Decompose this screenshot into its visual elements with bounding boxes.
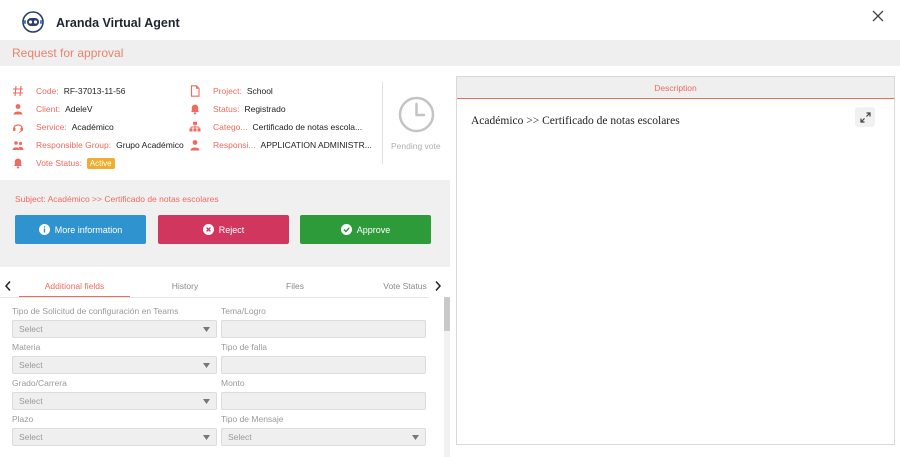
field-project: Project: School [189,84,273,98]
field-label: Grado/Carrera [12,378,67,388]
tab-files[interactable]: Files [255,281,335,291]
subject-label: Subject: [15,194,46,204]
field-vote-status: Vote Status: Active [12,156,115,170]
aranda-logo-icon [22,11,44,33]
monto-input[interactable] [221,392,426,410]
field-responsible: Responsi... APPLICATION ADMINISTR... [189,138,372,152]
tab-vote-status[interactable]: Vote Status [375,281,435,291]
status-badge: Active [86,157,115,169]
app-title: Aranda Virtual Agent [56,16,180,30]
caret-down-icon [203,327,210,332]
tipo-de-falla-input[interactable] [221,356,426,374]
tab-history[interactable]: History [140,281,230,291]
field-service: Service: Académico [12,120,114,134]
close-icon[interactable] [870,8,886,24]
field-client: Client: AdeleV [12,102,93,116]
user-icon [189,139,201,151]
field-label: Tipo de falla [221,342,267,352]
divider [382,82,383,164]
approve-label: Approve [356,224,391,235]
info-icon [38,224,50,235]
field-label: Tema/Logro [221,306,266,316]
description-body: Académico >> Certificado de notas escola… [471,115,680,127]
select-plazo[interactable]: Select [12,428,217,446]
app-header: Aranda Virtual Agent [0,0,900,40]
tab-additional-fields[interactable]: Additional fields [19,281,130,291]
action-panel: Subject: Académico >> Certificado de not… [0,180,450,267]
group-icon [12,139,24,151]
reject-button[interactable]: Reject [158,215,289,244]
approve-button[interactable]: Approve [300,215,431,244]
field-label: Tipo de Mensaje [221,414,284,424]
field-label: Tipo de Solicitud de configuración en Te… [12,306,179,316]
field-label: Monto [221,378,245,388]
category-icon [189,121,201,133]
field-status: Status: Registrado [189,102,286,116]
caret-down-icon [412,435,419,440]
field-responsible-group: Responsible Group: Grupo Académico [12,138,184,152]
bell-icon [12,157,24,169]
field-label: Materia [12,342,41,352]
field-code: Code: RF-37013-11-56 [12,84,125,98]
select-materia[interactable]: Select [12,356,217,374]
clock-icon [398,96,435,133]
expand-button[interactable] [855,107,875,127]
caret-down-icon [203,363,210,368]
select-grado-carrera[interactable]: Select [12,392,217,410]
description-header: Description [457,77,894,99]
tabs-divider [0,297,429,298]
tab-bar: Additional fields History Files Vote Sta… [0,276,450,298]
status-icon [189,103,201,115]
more-information-label: More information [54,224,123,235]
expand-icon [859,111,871,123]
caret-down-icon [203,399,210,404]
pending-vote-label: Pending vote [391,141,441,151]
document-icon [189,85,201,97]
reject-icon [202,224,214,235]
chevron-right-icon[interactable] [433,280,443,292]
hash-icon [12,85,24,97]
check-icon [340,224,352,235]
page-header: Request for approval [0,40,900,66]
subject: Subject: Académico >> Certificado de not… [15,194,219,204]
reject-label: Reject [218,224,245,235]
more-information-button[interactable]: More information [15,215,146,244]
page-title: Request for approval [12,46,124,60]
chevron-left-icon[interactable] [3,280,13,292]
description-title: Description [654,83,697,93]
scrollbar-thumb[interactable] [444,297,450,331]
subject-value: Académico >> Certificado de notas escola… [47,194,219,204]
select-teams-request-type[interactable]: Select [12,320,217,338]
tema-logro-input[interactable] [221,320,426,338]
caret-down-icon [203,435,210,440]
field-label: Plazo [12,414,34,424]
select-tipo-de-mensaje[interactable]: Select [221,428,426,446]
description-panel: Description Académico >> Certificado de … [456,76,895,445]
field-category: Catego... Certificado de notas escola... [189,120,362,134]
service-icon [12,121,24,133]
user-icon [12,103,24,115]
